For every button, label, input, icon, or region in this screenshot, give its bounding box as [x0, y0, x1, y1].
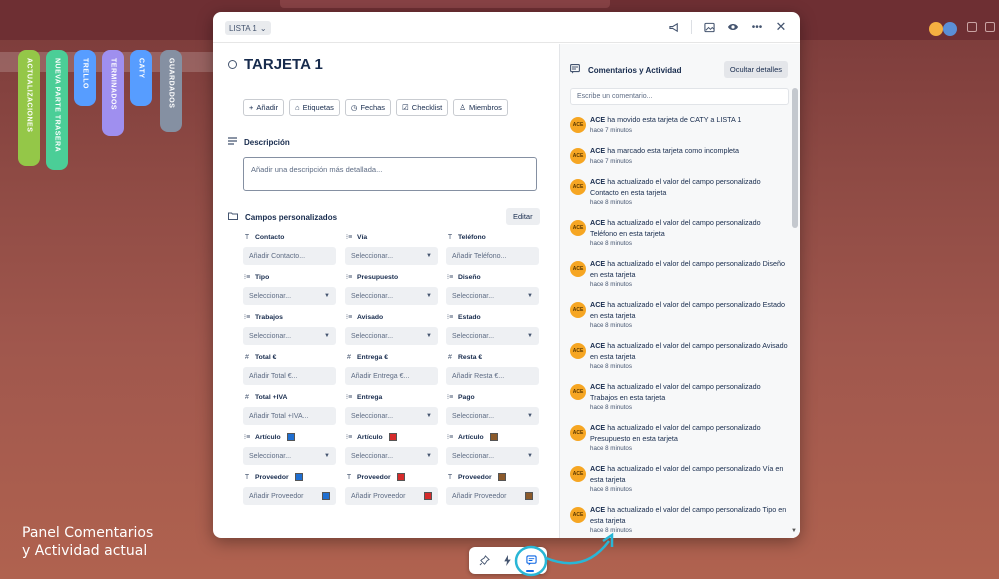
annotation-overlay [514, 532, 614, 577]
annotation-arrow [545, 540, 611, 565]
highlight-circle [514, 545, 548, 577]
annotation-line1: Panel Comentarios [22, 525, 154, 541]
annotation-line2: y Actividad actual [22, 543, 148, 559]
annotation-label: Panel Comentarios y Actividad actual [22, 524, 153, 560]
